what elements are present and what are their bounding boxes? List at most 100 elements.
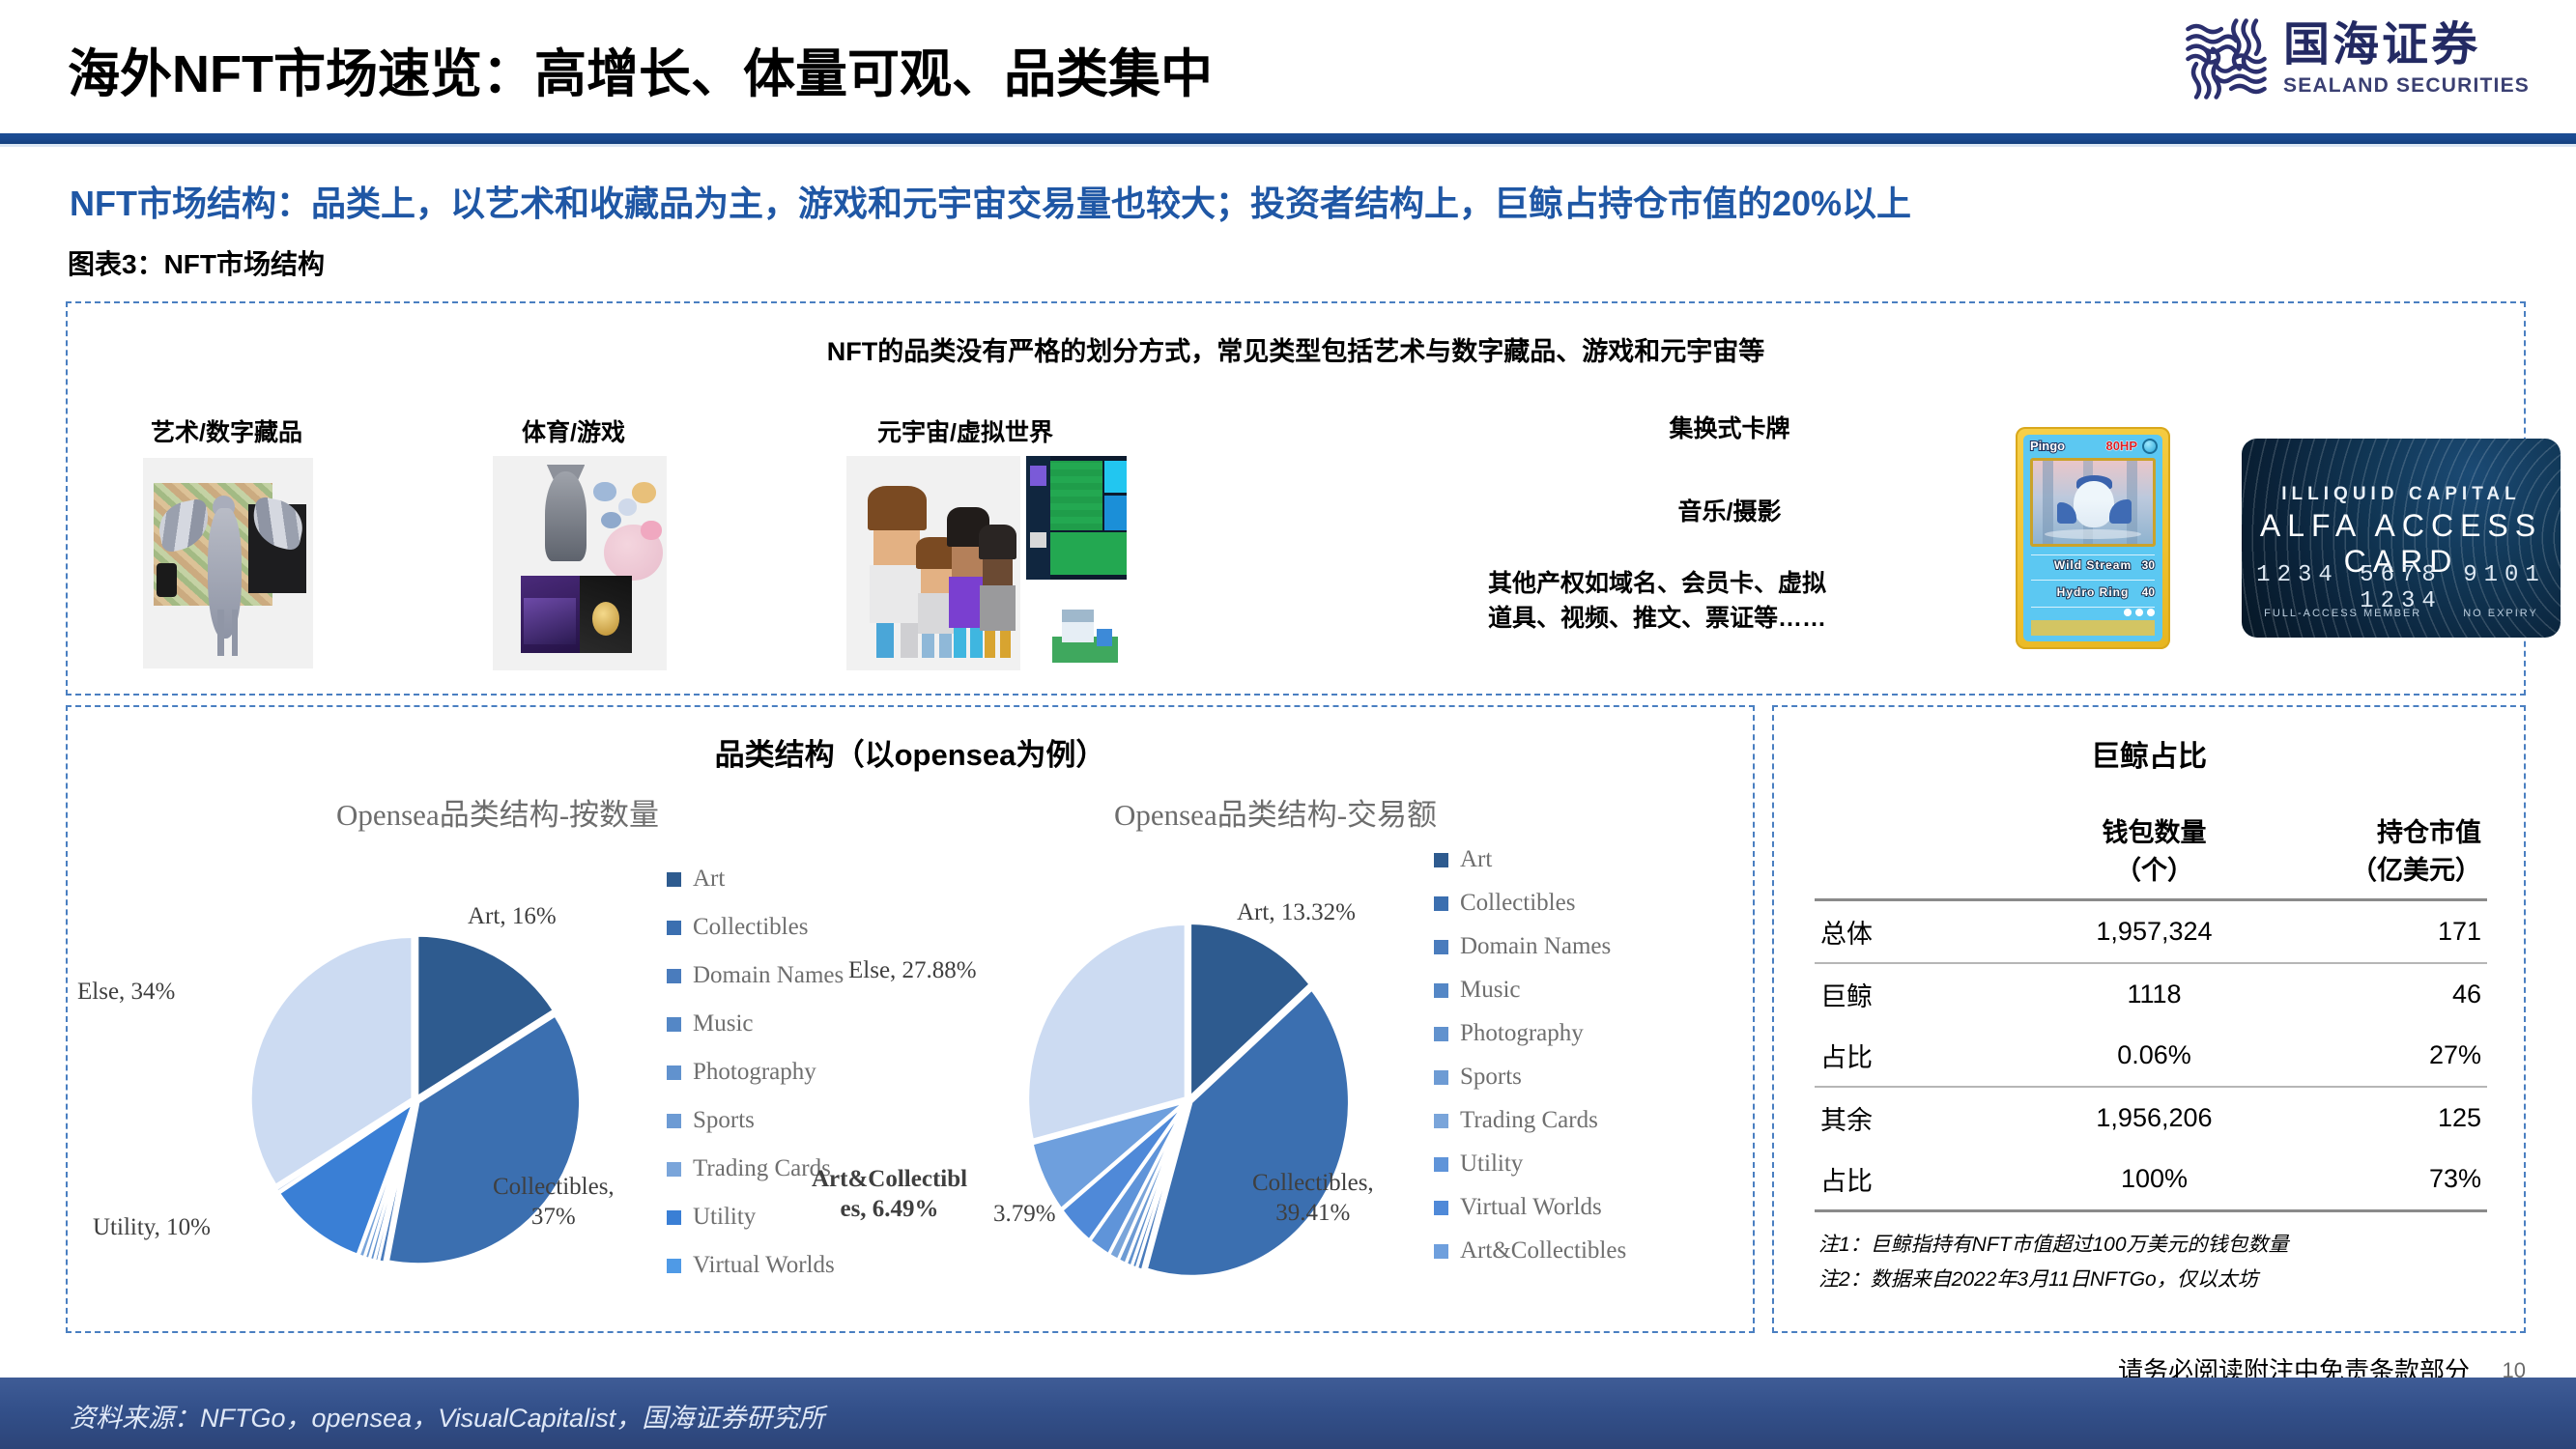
legend-item: Collectibles xyxy=(667,914,844,941)
thumbnail-voxel-island xyxy=(1044,593,1127,668)
table-note-2: 注2：数据来自2022年3月11日NFTGo，仅以太坊 xyxy=(1818,1268,2258,1292)
card-element-icon xyxy=(2142,439,2158,454)
category-structure-panel: 品类结构（以opensea为例） Opensea品类结构-按数量 Art, 16… xyxy=(66,705,1755,1333)
legend-label: Virtual Worlds xyxy=(693,1252,835,1278)
footer-bar: 资料来源：NFTGo，opensea，VisualCapitalist，国海证券… xyxy=(0,1378,2576,1449)
legend-swatch xyxy=(1434,1026,1448,1041)
chart-2-legend: Art Collectibles Domain Names Music Phot… xyxy=(1434,846,1626,1264)
access-card-expiry-note: NO EXPIRY xyxy=(2463,608,2538,620)
legend-label: Art&Collectibles xyxy=(1460,1237,1627,1264)
legend-item: Photography xyxy=(667,1059,844,1086)
whale-table-title: 巨鲸占比 xyxy=(2091,741,2207,773)
legend-item: Photography xyxy=(1434,1020,1626,1047)
pie-1-label-utility: Utility, 10% xyxy=(93,1214,211,1240)
thumbnail-voxel-world xyxy=(1026,456,1127,580)
legend-label: Photography xyxy=(1460,1020,1584,1046)
legend-item: Collectibles xyxy=(1434,890,1626,917)
pie-2-label-art: Art, 13.32% xyxy=(1237,899,1356,925)
table-row: 总体 1,957,324 171 xyxy=(1815,899,2487,964)
category-label-art: 艺术/数字藏品 xyxy=(151,419,302,446)
legend-swatch xyxy=(1434,982,1448,998)
col-header-wallets-line1: 钱包数量 xyxy=(2102,818,2207,847)
card-name: Pingo xyxy=(2029,438,2066,454)
legend-swatch xyxy=(667,1258,681,1273)
legend-swatch xyxy=(1434,1069,1448,1085)
row-label: 占比 xyxy=(1815,1149,2023,1212)
charts-panel-title: 品类结构（以opensea为例） xyxy=(714,738,1106,772)
legend-item: Music xyxy=(1434,977,1626,1004)
table-row: 巨鲸 1118 46 xyxy=(1815,963,2487,1025)
title-divider xyxy=(0,133,2576,144)
thumbnail-metaverse-avatars xyxy=(846,456,1020,670)
label-music-photography: 音乐/摄影 xyxy=(1677,498,1782,526)
row-label: 占比 xyxy=(1815,1025,2023,1088)
legend-item: Sports xyxy=(667,1107,844,1134)
legend-swatch xyxy=(1434,1113,1448,1128)
legend-label: Sports xyxy=(693,1107,755,1133)
legend-swatch xyxy=(667,920,681,935)
page-title: 海外NFT市场速览：高增长、体量可观、品类集中 xyxy=(68,45,1213,103)
chart-2-title: Opensea品类结构-交易额 xyxy=(1113,798,1438,832)
pie-1-label-else: Else, 34% xyxy=(77,979,176,1005)
legend-swatch xyxy=(1434,1200,1448,1215)
legend-item: Virtual Worlds xyxy=(1434,1194,1626,1221)
legend-label: Photography xyxy=(693,1059,816,1085)
access-card-graphic: ILLIQUID CAPITAL ALFA ACCESS CARD 1234 5… xyxy=(2242,439,2561,638)
trading-card-graphic: Pingo 80HP Wild Stream 30 Hydro Ring 40 xyxy=(2016,427,2170,649)
row-wallets: 1118 xyxy=(2127,980,2182,1009)
row-value: 46 xyxy=(2451,980,2481,1009)
source-text: 资料来源：NFTGo，opensea，VisualCapitalist，国海证券… xyxy=(70,1404,825,1433)
legend-item: Art xyxy=(667,866,844,893)
legend-label: Art xyxy=(1460,846,1493,872)
row-value: 27% xyxy=(2285,1025,2487,1088)
pie-chart-1 xyxy=(248,933,583,1266)
thumbnail-art-collectible xyxy=(143,458,313,668)
category-label-sports-games: 体育/游戏 xyxy=(522,419,625,446)
card-hp: 80HP xyxy=(2105,439,2138,454)
legend-label: Sports xyxy=(1460,1064,1522,1090)
logo-english-name: SEALAND SECURITIES xyxy=(2283,74,2530,97)
legend-swatch xyxy=(1434,1243,1448,1259)
logo-chinese-name: 国海证券 xyxy=(2283,19,2481,71)
legend-swatch xyxy=(667,1016,681,1032)
legend-item: Music xyxy=(667,1010,844,1037)
legend-label: Trading Cards xyxy=(1460,1107,1598,1133)
row-value: 73% xyxy=(2285,1149,2487,1212)
pie-2-label-else: Else, 27.88% xyxy=(848,957,977,983)
legend-label: Trading Cards xyxy=(693,1155,831,1181)
legend-item: Domain Names xyxy=(1434,933,1626,960)
section-subtitle: NFT市场结构：品类上，以艺术和收藏品为主，游戏和元宇宙交易量也较大；投资者结构… xyxy=(70,184,1912,223)
legend-label: Art xyxy=(693,866,726,892)
legend-label: Domain Names xyxy=(1460,933,1612,959)
pie-1-label-art: Art, 16% xyxy=(468,903,557,929)
row-value: 171 xyxy=(2285,899,2487,964)
table-notes: 注1：巨鲸指持有NFT市值超过100万美元的钱包数量 注2：数据来自2022年3… xyxy=(1818,1228,2289,1299)
pie-1-label-collectibles: Collectibles, 37% xyxy=(493,1174,615,1231)
access-card-brand: ILLIQUID CAPITAL xyxy=(2281,484,2521,505)
table-row: 其余 1,956,206 125 xyxy=(1815,1087,2487,1149)
pie-2-label-art-collectibles: Art&Collectibl es, 6.49% xyxy=(812,1166,968,1223)
legend-item: Domain Names xyxy=(667,962,844,989)
chart-opensea-by-volume: Opensea品类结构-交易额 Art, 13.32% Collectibles… xyxy=(812,790,1749,1312)
title-divider-light xyxy=(0,144,2576,147)
legend-label: Utility xyxy=(693,1204,757,1230)
row-wallets: 100% xyxy=(2022,1149,2286,1212)
legend-label: Virtual Worlds xyxy=(1460,1194,1602,1220)
page-header: 海外NFT市场速览：高增长、体量可观、品类集中 国海证券 SEALAND SEC… xyxy=(0,0,2576,147)
sealand-wave-logo-icon xyxy=(2186,18,2267,99)
legend-label: Music xyxy=(1460,977,1521,1003)
legend-swatch xyxy=(667,871,681,887)
table-row: 占比 100% 73% xyxy=(1815,1149,2487,1212)
legend-swatch xyxy=(667,1209,681,1225)
access-card-number: 1234 5678 9101 1234 xyxy=(2256,561,2546,614)
whale-share-panel: 巨鲸占比 钱包数量 （个） 持仓市值 （亿美元） 总体 1,957,324 17… xyxy=(1772,705,2526,1333)
legend-swatch xyxy=(667,968,681,983)
brand-logo: 国海证券 SEALAND SECURITIES xyxy=(2185,17,2530,100)
col-header-blank xyxy=(1815,800,2023,901)
table-note-1: 注1：巨鲸指持有NFT市值超过100万美元的钱包数量 xyxy=(1818,1233,2289,1256)
chart-1-title: Opensea品类结构-按数量 xyxy=(335,798,660,832)
legend-swatch xyxy=(667,1161,681,1177)
row-label: 巨鲸 xyxy=(1820,982,1873,1011)
legend-swatch xyxy=(667,1065,681,1080)
legend-item: Virtual Worlds xyxy=(667,1252,844,1279)
